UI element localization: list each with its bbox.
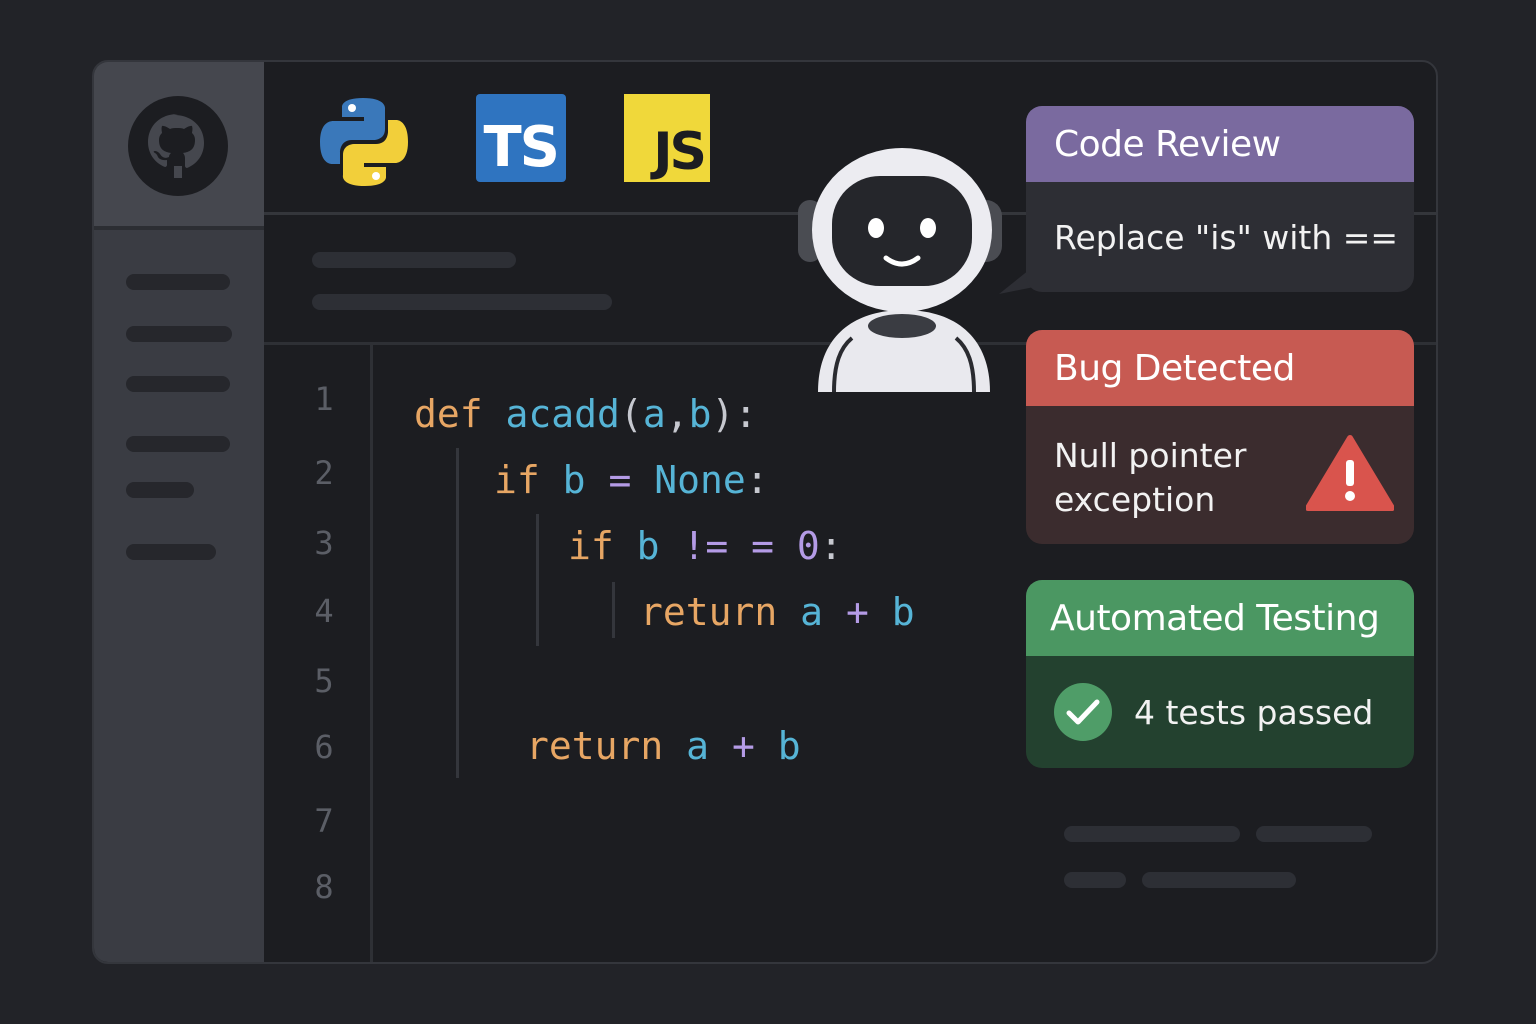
punctuation: ): — [711, 392, 758, 436]
keyword: if — [494, 458, 540, 502]
code-line-6[interactable]: return a + b — [526, 724, 801, 768]
operator: + — [845, 590, 869, 634]
bug-detected-card[interactable]: Bug Detected Null pointer exception — [1026, 330, 1414, 544]
javascript-icon[interactable]: JS — [624, 94, 710, 182]
keyword: if — [568, 524, 614, 568]
indent-guide — [456, 448, 459, 778]
placeholder-line — [1256, 826, 1372, 842]
automated-testing-card[interactable]: Automated Testing 4 tests passed — [1026, 580, 1414, 768]
identifier: b — [636, 524, 660, 568]
placeholder-line — [1064, 872, 1126, 888]
punctuation: , — [665, 392, 689, 436]
indent-guide — [536, 514, 539, 646]
python-icon[interactable] — [316, 94, 412, 190]
line-number: 4 — [314, 592, 334, 630]
code-review-title: Code Review — [1026, 106, 1414, 182]
line-number: 5 — [314, 662, 334, 700]
check-icon — [1054, 683, 1112, 741]
bug-detected-body: Null pointer exception — [1026, 406, 1414, 544]
code-review-body: Replace "is" with == — [1026, 182, 1414, 292]
code-line-2[interactable]: if b = None: — [494, 458, 769, 502]
function-name: acadd — [505, 392, 620, 436]
placeholder-line — [1142, 872, 1296, 888]
identifier: b — [777, 724, 801, 768]
sidebar — [94, 62, 264, 962]
sidebar-item[interactable] — [126, 274, 230, 290]
keyword: def — [414, 392, 483, 436]
identifier: b — [562, 458, 586, 502]
parameter: a — [642, 392, 666, 436]
keyword: return — [640, 590, 778, 634]
identifier: a — [800, 590, 824, 634]
line-number: 2 — [314, 454, 334, 492]
sidebar-item[interactable] — [126, 376, 230, 392]
number-literal: 0 — [796, 524, 820, 568]
code-line-1[interactable]: def acadd(a,b): — [414, 392, 757, 436]
line-number: 1 — [314, 380, 334, 418]
gutter-divider — [370, 345, 373, 962]
identifier: a — [686, 724, 710, 768]
constant: None — [654, 458, 746, 502]
placeholder-line — [312, 252, 516, 268]
automated-testing-title: Automated Testing — [1026, 580, 1414, 656]
tests-passed-text: 4 tests passed — [1134, 692, 1374, 732]
placeholder-line — [312, 294, 612, 310]
line-number: 3 — [314, 524, 334, 562]
robot-assistant-icon — [798, 148, 1002, 393]
github-icon[interactable] — [128, 96, 228, 196]
code-line-4[interactable]: return a + b — [640, 590, 915, 634]
code-review-card[interactable]: Code Review Replace "is" with == — [1026, 106, 1414, 292]
line-number: 6 — [314, 728, 334, 766]
parameter: b — [688, 392, 712, 436]
warning-icon — [1306, 435, 1394, 511]
line-number: 7 — [314, 802, 334, 840]
sidebar-item[interactable] — [126, 482, 194, 498]
punctuation: : — [819, 524, 843, 568]
placeholder-line — [1064, 826, 1240, 842]
code-line-3[interactable]: if b != = 0: — [568, 524, 843, 568]
sidebar-header — [94, 62, 264, 230]
operator: + — [731, 724, 755, 768]
keyword: return — [526, 724, 664, 768]
operator: != = — [682, 524, 774, 568]
bug-detected-title: Bug Detected — [1026, 330, 1414, 406]
automated-testing-body: 4 tests passed — [1026, 656, 1414, 768]
operator: = — [608, 458, 632, 502]
sidebar-item[interactable] — [126, 544, 216, 560]
indent-guide — [612, 582, 615, 638]
editor-window: TS JS 1 2 3 4 5 6 7 8 def acadd(a,b): if… — [92, 60, 1438, 964]
sidebar-item[interactable] — [126, 436, 230, 452]
line-number: 8 — [314, 868, 334, 906]
sidebar-item[interactable] — [126, 326, 232, 342]
identifier: b — [891, 590, 915, 634]
typescript-icon[interactable]: TS — [476, 94, 566, 182]
punctuation: : — [745, 458, 769, 502]
punctuation: ( — [619, 392, 643, 436]
